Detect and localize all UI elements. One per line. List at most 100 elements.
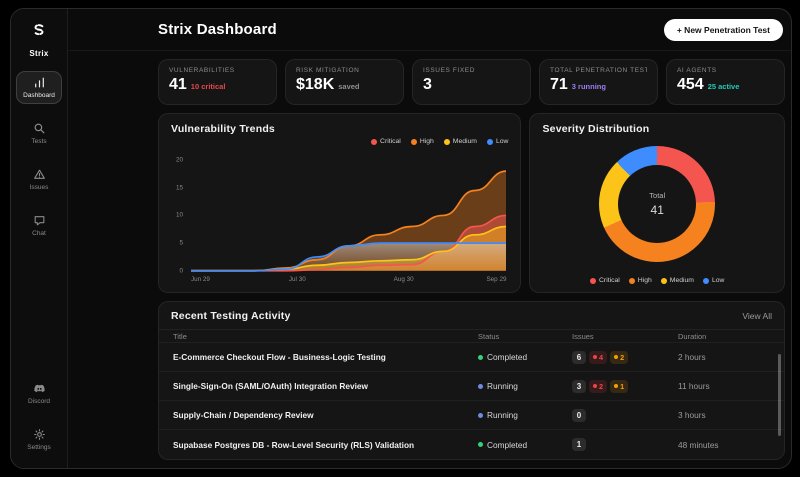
- table-row[interactable]: Single-Sign-On (SAML/OAuth) Integration …: [159, 372, 784, 401]
- sidebar-item-label: Tests: [31, 138, 46, 145]
- donut-center: Total 41: [599, 146, 715, 262]
- activity-header: Recent Testing Activity View All: [159, 302, 784, 330]
- status-badge: Running: [478, 381, 572, 391]
- stat-label: RISK MITIGATION: [296, 67, 393, 74]
- x-tick-label: Sep 29: [486, 276, 506, 283]
- stat-sub-label: 25 active: [708, 82, 740, 91]
- status-badge: Running: [478, 410, 572, 420]
- issues-cell: 6 4 2: [572, 351, 678, 364]
- activity-title: Recent Testing Activity: [171, 310, 291, 322]
- column-header-status: Status: [478, 332, 572, 341]
- legend-dot: [371, 139, 377, 145]
- area-chart: [191, 149, 506, 273]
- severity-count: 2: [620, 353, 624, 362]
- stat-sub-label: 10 critical: [191, 82, 226, 91]
- severity-count-pill: 2: [589, 380, 607, 393]
- row-duration: 48 minutes: [678, 440, 770, 450]
- legend-dot: [444, 139, 450, 145]
- new-penetration-test-button[interactable]: + New Penetration Test: [664, 19, 783, 41]
- chat-bubble-icon: [33, 214, 46, 227]
- sidebar-item-issues[interactable]: Issues: [16, 163, 62, 196]
- sidebar-item-label: Dashboard: [23, 92, 55, 99]
- issues-cell: 0: [572, 409, 678, 422]
- status-dot: [478, 413, 483, 418]
- table-row[interactable]: Supply-Chain / Dependency Review Running 0…: [159, 401, 784, 430]
- legend-dot: [590, 278, 596, 284]
- sidebar-nav: Dashboard Tests Issues Chat: [11, 58, 67, 242]
- row-duration: 11 hours: [678, 381, 770, 391]
- severity-distribution-card: Severity Distribution Total 41 CriticalH…: [529, 113, 785, 293]
- donut-chart: Total 41: [599, 146, 715, 262]
- donut-center-value: 41: [651, 203, 664, 217]
- stat-card-risk-mitigation: RISK MITIGATION$18Ksaved: [285, 59, 404, 105]
- severity-legend: CriticalHighMediumLow: [542, 273, 772, 284]
- scrollbar-thumb[interactable]: [778, 354, 781, 436]
- table-row[interactable]: Supabase Postgres DB - Row-Level Securit…: [159, 430, 784, 459]
- legend-label: Medium: [453, 138, 477, 145]
- sidebar-footer: Discord Settings: [11, 364, 67, 456]
- search-icon: [33, 122, 46, 135]
- issues-total-badge: 0: [572, 409, 586, 422]
- sidebar-item-discord[interactable]: Discord: [16, 377, 62, 410]
- sidebar-item-settings[interactable]: Settings: [16, 423, 62, 456]
- status-label: Completed: [487, 440, 527, 450]
- row-title: E-Commerce Checkout Flow - Business-Logi…: [173, 352, 478, 362]
- row-title: Single-Sign-On (SAML/OAuth) Integration …: [173, 381, 478, 391]
- recent-testing-activity-card: Recent Testing Activity View All TitleSt…: [158, 301, 785, 460]
- issues-total-badge: 3: [572, 380, 586, 393]
- y-tick-label: 15: [176, 184, 183, 191]
- legend-item-low: Low: [703, 277, 724, 284]
- main-area: Strix Dashboard + New Penetration Test V…: [68, 9, 791, 468]
- row-duration: 3 hours: [678, 410, 770, 420]
- severity-dot: [614, 355, 618, 359]
- severity-count: 4: [599, 353, 603, 362]
- stat-label: TOTAL PENETRATION TESTS: [550, 67, 647, 74]
- issues-total-badge: 6: [572, 351, 586, 364]
- vulnerability-trends-card: Vulnerability Trends CriticalHighMediumL…: [158, 113, 521, 293]
- sidebar-item-chat[interactable]: Chat: [16, 209, 62, 242]
- row-title: Supabase Postgres DB - Row-Level Securit…: [173, 440, 478, 450]
- y-tick-label: 20: [176, 157, 183, 164]
- y-tick-label: 10: [176, 212, 183, 219]
- legend-item-critical: Critical: [590, 277, 620, 284]
- status-dot: [478, 384, 483, 389]
- sidebar-item-tests[interactable]: Tests: [16, 117, 62, 150]
- x-axis-ticks: Jun 29Jul 30Aug 30Sep 29: [191, 276, 506, 286]
- sidebar-item-label: Issues: [30, 184, 49, 191]
- charts-row: Vulnerability Trends CriticalHighMediumL…: [158, 113, 785, 293]
- stat-label: ISSUES FIXED: [423, 67, 520, 74]
- stat-card-vulnerabilities: VULNERABILITIES4110 critical: [158, 59, 277, 105]
- sidebar-item-label: Chat: [32, 230, 46, 237]
- app-logo: Strix: [29, 22, 48, 58]
- legend-item-medium: Medium: [661, 277, 694, 284]
- sidebar-item-dashboard[interactable]: Dashboard: [16, 71, 62, 104]
- page-header: Strix Dashboard + New Penetration Test: [68, 9, 791, 51]
- donut-zone: Total 41: [542, 135, 772, 273]
- table-row[interactable]: E-Commerce Checkout Flow - Business-Logi…: [159, 343, 784, 372]
- status-label: Running: [487, 381, 518, 391]
- status-label: Completed: [487, 352, 527, 362]
- x-tick-label: Jun 29: [191, 276, 210, 283]
- column-header-issues: Issues: [572, 332, 678, 341]
- stat-value: 71: [550, 77, 568, 93]
- severity-dot: [593, 355, 597, 359]
- row-title: Supply-Chain / Dependency Review: [173, 410, 478, 420]
- column-header-title: Title: [173, 332, 478, 341]
- legend-item-medium: Medium: [444, 138, 477, 145]
- status-badge: Completed: [478, 440, 572, 450]
- app-window: Strix Dashboard Tests Issues Chat Discord Se…: [10, 8, 792, 469]
- status-dot: [478, 355, 483, 360]
- status-label: Running: [487, 410, 518, 420]
- trends-legend: CriticalHighMediumLow: [171, 138, 508, 145]
- legend-label: High: [420, 138, 434, 145]
- stat-card-ai-agents: AI AGENTS45425 active: [666, 59, 785, 105]
- severity-count: 1: [620, 382, 624, 391]
- stat-value: 454: [677, 77, 704, 93]
- legend-label: Low: [496, 138, 508, 145]
- x-tick-label: Jul 30: [289, 276, 306, 283]
- legend-dot: [411, 139, 417, 145]
- donut-center-label: Total: [649, 191, 665, 200]
- stat-sub-label: 3 running: [572, 82, 606, 91]
- view-all-link[interactable]: View All: [742, 311, 772, 321]
- trends-plot: 20151050 Jun 29Jul 30Aug 30Sep 29: [171, 147, 508, 286]
